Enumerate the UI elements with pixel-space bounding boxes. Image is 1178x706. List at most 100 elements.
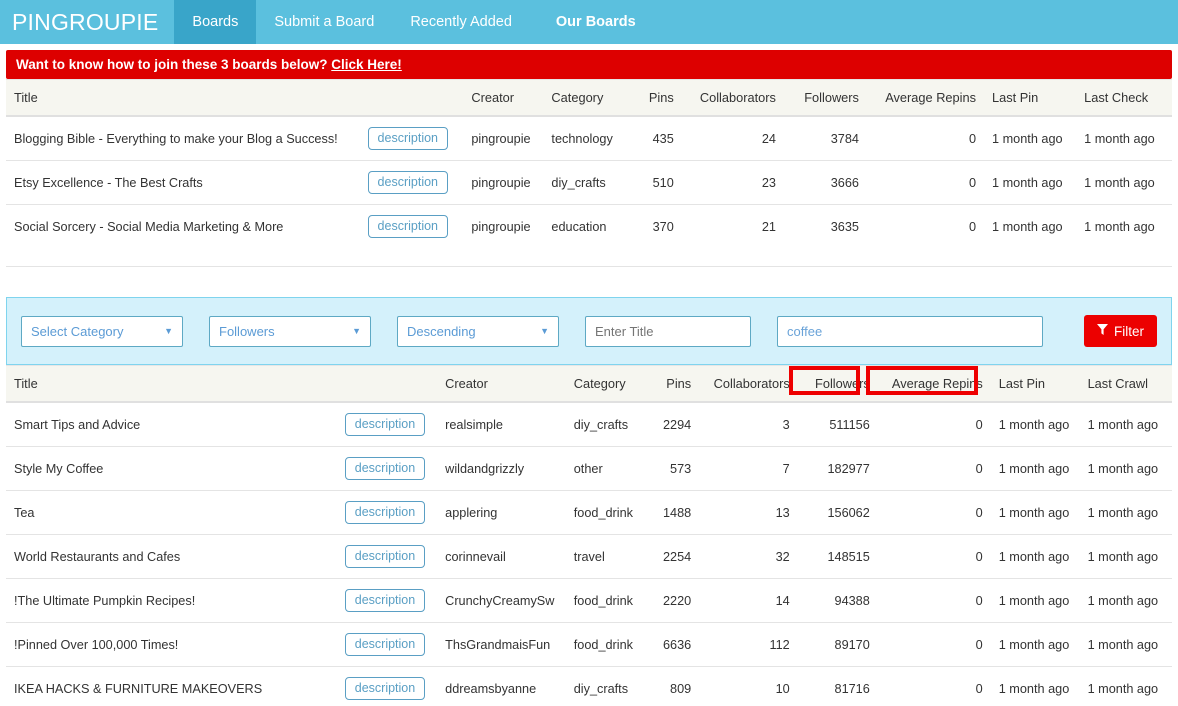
sort-field-select[interactable]: Followers ▼ [209,315,371,347]
cell-last-crawl: 1 month ago [1079,666,1172,706]
cell-category: technology [551,131,613,146]
category-select[interactable]: Select Category ▼ [21,315,183,347]
th-pins[interactable]: Pins [626,79,682,117]
th-last-pin[interactable]: Last Pin [984,79,1077,117]
th-creator[interactable]: Creator [437,365,566,403]
cell-title: !Pinned Over 100,000 Times! [6,622,345,667]
cell-creator: ddreamsbyanne [437,666,566,706]
cell-description: description [344,446,438,491]
th-description [344,365,438,403]
cell-creator: CrunchyCreamySw [437,578,566,623]
description-button[interactable]: description [344,589,426,612]
sort-direction-select[interactable]: Descending ▼ [397,315,559,347]
th-title[interactable]: Title [6,365,345,403]
description-button[interactable]: description [344,413,426,436]
cell-last-pin: 1 month ago [990,446,1080,491]
cell-average-repins: 0 [866,160,985,205]
th-last-pin[interactable]: Last Pin [990,365,1080,403]
title-search-input[interactable] [585,315,751,347]
cell-followers: 3635 [783,204,867,248]
alert-click-here-link[interactable]: Click Here! [331,57,402,72]
cell-last-pin: 1 month ago [984,160,1077,205]
table-row: Tea description applering food_drink 148… [6,490,1172,535]
th-last-crawl[interactable]: Last Crawl [1079,365,1172,403]
th-followers[interactable]: Followers [797,365,878,403]
cell-category: diy_crafts [565,666,646,706]
cell-title: Social Sorcery - Social Media Marketing … [6,204,368,248]
description-button[interactable]: description [367,127,448,150]
th-pins[interactable]: Pins [645,365,700,403]
our-boards-table-head: Title Creator Category Pins Collaborator… [6,79,1172,117]
cell-description: description [344,490,438,535]
nav-link-submit-a-board[interactable]: Submit a Board [256,0,392,44]
chevron-down-icon: ▼ [164,325,173,336]
cell-followers: 182977 [797,446,878,491]
cell-last-check: 1 month ago [1076,160,1172,205]
our-boards-table-body: Blogging Bible - Everything to make your… [6,116,1172,248]
cell-creator: pingroupie [463,160,544,205]
keyword-search-input[interactable] [777,315,1043,347]
description-button[interactable]: description [367,171,448,194]
cell-title: Tea [6,490,345,535]
sort-direction-select-value: Descending [407,323,476,339]
nav-link-recently-added[interactable]: Recently Added [392,0,530,44]
cell-collaborators: 13 [699,490,798,535]
cell-category: food_drink [565,490,646,535]
cell-creator: corinnevail [437,534,566,579]
th-collaborators[interactable]: Collaborators [681,79,784,117]
cell-creator: applering [437,490,566,535]
results-table-body: Smart Tips and Advice description realsi… [6,402,1172,706]
page-root: PINGROUPIE Boards Submit a Board Recentl… [0,0,1178,706]
cell-last-crawl: 1 month ago [1079,446,1172,491]
nav-link-our-boards[interactable]: Our Boards [530,0,654,44]
cell-average-repins: 0 [877,578,991,623]
cell-creator: pingroupie [463,204,544,248]
cell-collaborators: 7 [699,446,798,491]
description-button[interactable]: description [344,545,426,568]
th-category[interactable]: Category [565,365,646,403]
cell-average-repins: 0 [877,490,991,535]
cell-last-crawl: 1 month ago [1079,622,1172,667]
cell-category: travel [565,534,646,579]
th-average-repins[interactable]: Average Repins [877,365,991,403]
join-boards-alert: Want to know how to join these 3 boards … [6,50,1172,79]
cell-average-repins: 0 [975,417,983,432]
filter-button-label: Filter [1114,323,1144,339]
table-row: Style My Coffee description wildandgrizz… [6,446,1172,491]
cell-pins: 510 [626,160,682,205]
description-button[interactable]: description [344,457,426,480]
site-brand[interactable]: PINGROUPIE [0,0,174,44]
cell-average-repins: 0 [877,622,991,667]
th-collaborators[interactable]: Collaborators [699,365,798,403]
nav-links: Boards Submit a Board Recently Added Our… [174,0,653,44]
cell-followers: 94388 [797,578,878,623]
table-bottom-pad [0,248,1178,266]
cell-title: Smart Tips and Advice [14,417,141,432]
description-button[interactable]: description [344,633,426,656]
cell-followers: 156062 [797,490,878,535]
description-button[interactable]: description [344,501,426,524]
cell-pins: 2220 [645,578,700,623]
filter-button[interactable]: Filter [1084,315,1157,347]
th-average-repins[interactable]: Average Repins [866,79,985,117]
cell-collaborators: 3 [782,417,790,432]
th-last-check[interactable]: Last Check [1076,79,1172,117]
th-followers[interactable]: Followers [783,79,867,117]
cell-pins: 2294 [662,417,692,432]
table-row: World Restaurants and Cafes description … [6,534,1172,579]
description-button[interactable]: description [367,215,448,238]
th-creator[interactable]: Creator [463,79,544,117]
th-title[interactable]: Title [6,79,368,117]
cell-collaborators: 24 [761,131,776,146]
sort-field-select-value: Followers [219,323,275,339]
cell-last-crawl: 1 month ago [1087,417,1159,432]
description-button[interactable]: description [344,677,426,700]
cell-category: other [565,446,646,491]
th-category[interactable]: Category [543,79,627,117]
table-row: !Pinned Over 100,000 Times! description … [6,622,1172,667]
chevron-down-icon: ▼ [540,325,549,336]
nav-link-boards[interactable]: Boards [174,0,257,44]
cell-last-pin: 1 month ago [992,131,1063,146]
th-description [367,79,464,117]
